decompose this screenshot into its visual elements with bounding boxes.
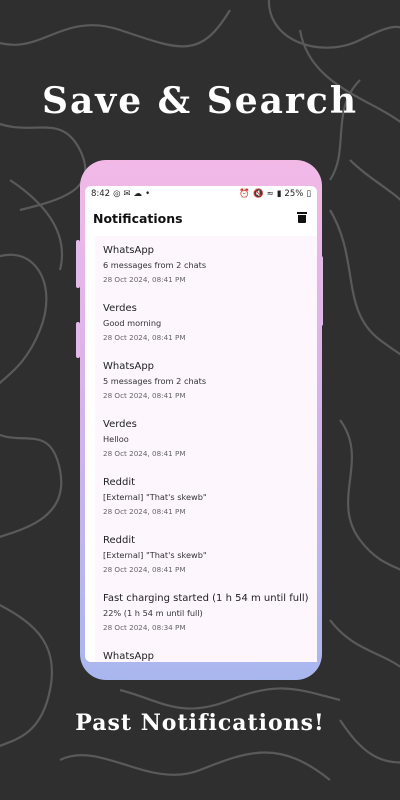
- status-time: 8:42: [91, 189, 111, 199]
- notification-message: 5 messages from 2 chats: [103, 376, 207, 386]
- list-item[interactable]: WhatsApp 6 messages from 2 chats 28 Oct …: [95, 236, 317, 294]
- notification-app: WhatsApp: [103, 361, 155, 372]
- notification-message: 6 messages from 2 chats: [103, 260, 207, 270]
- notification-app: Reddit: [103, 535, 136, 546]
- notification-app: Reddit: [103, 477, 136, 488]
- list-item[interactable]: WhatsApp 5 messages from 2 chats 28 Oct …: [95, 352, 317, 410]
- list-item[interactable]: Fast charging started (1 h 54 m until fu…: [95, 584, 317, 642]
- page-title: Notifications: [93, 210, 183, 226]
- list-item[interactable]: WhatsApp: [95, 642, 317, 700]
- list-item[interactable]: Verdes Good morning 28 Oct 2024, 08:41 P…: [95, 294, 317, 352]
- notification-message: [External] "That's skewb": [103, 550, 207, 560]
- notification-list[interactable]: WhatsApp 6 messages from 2 chats 28 Oct …: [95, 236, 317, 662]
- dot-icon: •: [145, 189, 151, 199]
- cloud-icon: ☁: [133, 189, 143, 199]
- status-bar: 8:42 ◎ ✉ ☁ • ⏰ 🔇 ≈ ▮ 25% ▯: [85, 186, 317, 202]
- list-item[interactable]: Verdes Helloo 28 Oct 2024, 08:41 PM: [95, 410, 317, 468]
- mail-icon: ✉: [123, 189, 131, 199]
- notification-time: 28 Oct 2024, 08:41 PM: [103, 565, 186, 574]
- notification-time: 28 Oct 2024, 08:41 PM: [103, 449, 186, 458]
- list-item[interactable]: Reddit [External] "That's skewb" 28 Oct …: [95, 468, 317, 526]
- whatsapp-icon: ◎: [113, 189, 121, 199]
- notification-message: Good morning: [103, 318, 162, 328]
- battery-level: 25%: [284, 189, 304, 199]
- notification-app: Verdes: [103, 419, 137, 430]
- notification-app: WhatsApp: [103, 245, 155, 256]
- notification-time: 28 Oct 2024, 08:41 PM: [103, 333, 186, 342]
- app-bar: Notifications: [85, 202, 317, 234]
- mute-icon: 🔇: [253, 189, 264, 199]
- list-item[interactable]: Reddit [External] "That's skewb" 28 Oct …: [95, 526, 317, 584]
- notification-time: 28 Oct 2024, 08:34 PM: [103, 623, 186, 632]
- delete-icon[interactable]: [297, 212, 307, 224]
- notification-app: WhatsApp: [103, 651, 155, 662]
- notification-time: 28 Oct 2024, 08:41 PM: [103, 507, 186, 516]
- notification-message: Helloo: [103, 434, 129, 444]
- wifi-icon: ≈: [266, 189, 274, 199]
- notification-time: 28 Oct 2024, 08:41 PM: [103, 391, 186, 400]
- signal-icon: ▮: [276, 189, 282, 199]
- notification-time: 28 Oct 2024, 08:41 PM: [103, 275, 186, 284]
- alarm-icon: ⏰: [239, 189, 250, 199]
- notification-app: Fast charging started (1 h 54 m until fu…: [103, 593, 309, 604]
- headline: Save & Search: [41, 80, 358, 122]
- notification-message: 22% (1 h 54 m until full): [103, 608, 203, 618]
- battery-icon: ▯: [306, 189, 311, 199]
- footer-caption: Past Notifications!: [75, 710, 325, 736]
- notification-message: [External] "That's skewb": [103, 492, 207, 502]
- notification-app: Verdes: [103, 303, 137, 314]
